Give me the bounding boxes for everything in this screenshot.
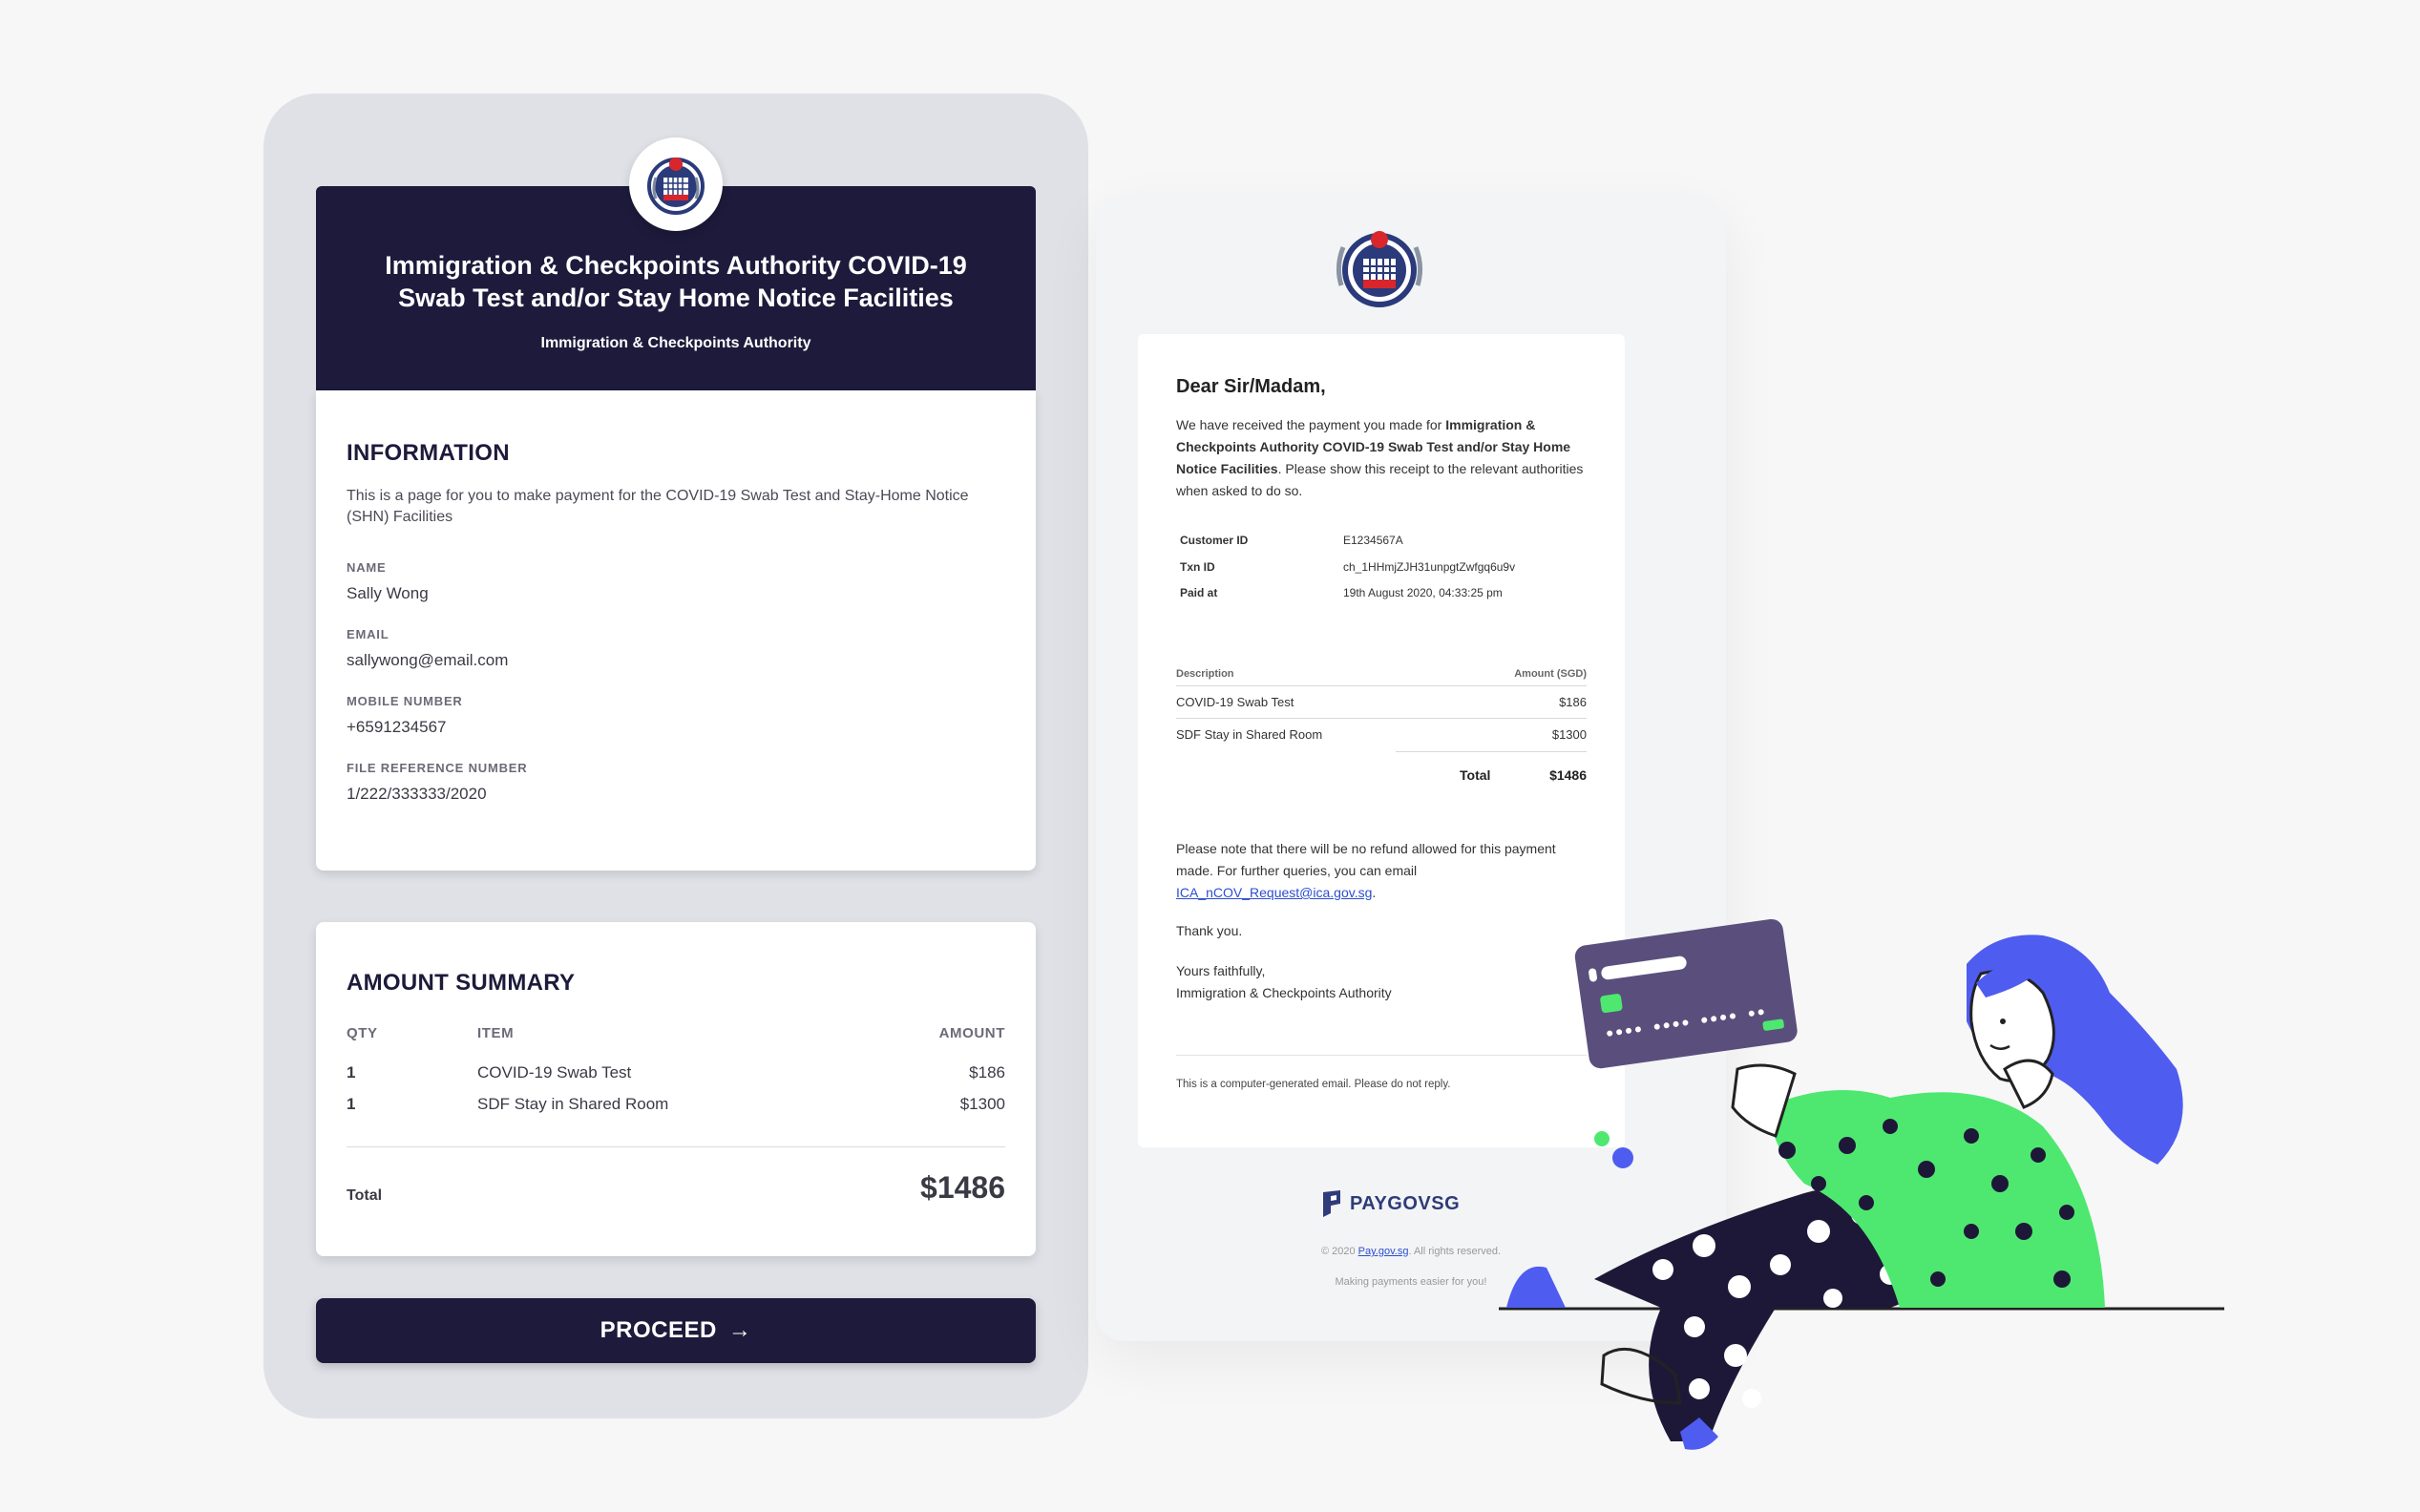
qty-column-header: QTY <box>347 1025 378 1041</box>
greeting: Dear Sir/Madam, <box>1176 376 1326 397</box>
proceed-button[interactable]: PROCEED → <box>316 1298 1036 1363</box>
row-item: COVID-19 Swab Test <box>477 1063 632 1082</box>
note-text: Please note that there will be no refund… <box>1176 841 1556 878</box>
description-header: Description <box>1176 668 1234 680</box>
divider <box>347 1146 1005 1147</box>
signoff: Yours faithfully, Immigration & Checkpoi… <box>1176 960 1392 1004</box>
total-value: $1486 <box>920 1170 1005 1205</box>
file-reference-field: FILE REFERENCE NUMBER 1/222/333333/2020 <box>347 761 527 804</box>
total-label: Total <box>347 1187 383 1204</box>
divider <box>1396 751 1587 752</box>
detail-value: ch_1HHmjZJH31unpgtZwfgq6u9v <box>1343 560 1516 574</box>
auto-generated-note: This is a computer-generated email. Plea… <box>1176 1079 1451 1090</box>
brand-name: PAYGOVSG <box>1350 1192 1461 1214</box>
row-amount: $186 <box>969 1063 1005 1082</box>
information-card: INFORMATION This is a page for you to ma… <box>316 390 1036 871</box>
information-description: This is a page for you to make payment f… <box>347 488 969 525</box>
detail-key: Customer ID <box>1180 534 1249 547</box>
field-label: FILE REFERENCE NUMBER <box>347 761 528 775</box>
copyright-prefix: © 2020 <box>1320 1246 1358 1257</box>
item-column-header: ITEM <box>477 1025 515 1041</box>
field-label: NAME <box>347 560 387 575</box>
payment-form-panel: Immigration & Checkpoints Authority COVI… <box>263 94 1088 1418</box>
amount-summary-heading: AMOUNT SUMMARY <box>347 970 576 996</box>
row-qty: 1 <box>347 1063 356 1082</box>
form-subtitle: Immigration & Checkpoints Authority <box>540 335 811 351</box>
amount-header: Amount (SGD) <box>1514 668 1587 680</box>
ica-crest-icon <box>629 137 723 231</box>
refund-note: Please note that there will be no refund… <box>1176 838 1596 904</box>
receipt-total-label: Total <box>1460 767 1491 783</box>
receipt-total-value: $1486 <box>1549 767 1587 783</box>
field-label: EMAIL <box>347 627 389 641</box>
row-description: SDF Stay in Shared Room <box>1176 727 1323 742</box>
amount-summary-card: AMOUNT SUMMARY QTY ITEM AMOUNT 1 COVID-1… <box>316 922 1036 1256</box>
information-heading: INFORMATION <box>347 440 510 466</box>
mobile-number-field: MOBILE NUMBER +6591234567 <box>347 694 463 737</box>
thanks-text: Thank you. <box>1176 923 1243 938</box>
support-email-link[interactable]: ICA_nCOV_Request@ica.gov.sg <box>1176 885 1372 900</box>
row-amount: $186 <box>1559 695 1587 709</box>
row-description: COVID-19 Swab Test <box>1176 695 1294 709</box>
detail-value: E1234567A <box>1343 534 1403 547</box>
field-value: +6591234567 <box>347 718 447 736</box>
ica-crest-icon <box>1330 217 1429 316</box>
detail-value: 19th August 2020, 04:33:25 pm <box>1343 586 1503 599</box>
signoff-line: Yours faithfully, <box>1176 963 1266 978</box>
field-value: Sally Wong <box>347 584 429 602</box>
detail-key: Paid at <box>1180 586 1218 599</box>
body-prefix: We have received the payment you made fo… <box>1176 417 1446 432</box>
woman-with-card-illustration <box>1499 918 2224 1450</box>
name-field: NAME Sally Wong <box>347 560 429 603</box>
form-title: Immigration & Checkpoints Authority COVI… <box>385 251 967 312</box>
row-qty: 1 <box>347 1095 356 1113</box>
divider <box>1176 718 1587 719</box>
detail-key: Txn ID <box>1180 560 1215 574</box>
note-end: . <box>1372 885 1377 900</box>
field-label: MOBILE NUMBER <box>347 694 463 708</box>
divider <box>1176 685 1587 686</box>
proceed-label: PROCEED <box>600 1317 717 1343</box>
email-body: We have received the payment you made fo… <box>1176 414 1587 502</box>
email-field: EMAIL sallywong@email.com <box>347 627 508 670</box>
paygov-logo-icon <box>1323 1190 1340 1217</box>
signoff-org: Immigration & Checkpoints Authority <box>1176 985 1392 1000</box>
arrow-right-icon: → <box>727 1317 752 1343</box>
row-item: SDF Stay in Shared Room <box>477 1095 669 1113</box>
field-value: 1/222/333333/2020 <box>347 785 487 803</box>
paygov-brand: PAYGOVSG <box>1321 1190 1460 1217</box>
row-amount: $1300 <box>1551 727 1587 742</box>
copyright-suffix: . All rights reserved. <box>1408 1246 1502 1257</box>
amount-column-header: AMOUNT <box>938 1025 1005 1041</box>
field-value: sallywong@email.com <box>347 651 509 669</box>
paygov-link[interactable]: Pay.gov.sg <box>1358 1246 1409 1257</box>
row-amount: $1300 <box>959 1095 1005 1113</box>
